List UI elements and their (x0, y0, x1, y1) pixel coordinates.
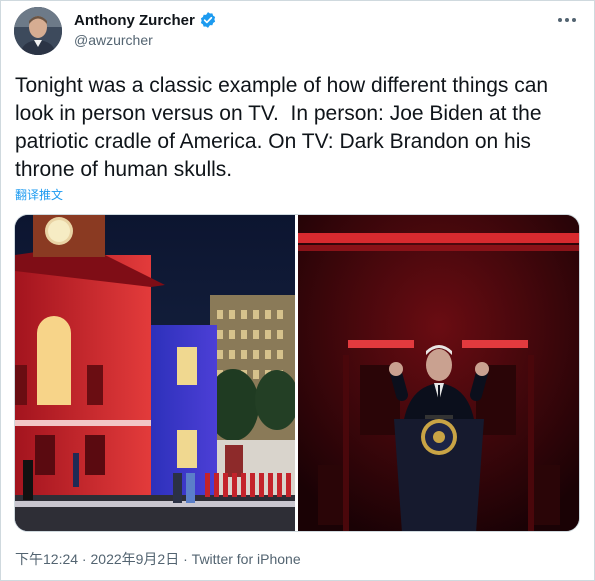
verified-badge-icon (199, 11, 217, 29)
separator-dot: · (78, 551, 91, 567)
more-horizontal-icon[interactable] (557, 10, 577, 24)
author-avatar[interactable] (14, 7, 62, 55)
time-text: 下午12:24 (15, 551, 79, 567)
tweet-media (14, 214, 580, 532)
separator-dot: · (179, 551, 192, 567)
tweet-text: Tonight was a classic example of how dif… (15, 74, 554, 181)
photo-independence-hall[interactable] (15, 215, 295, 531)
tweet-timestamp[interactable]: 下午12:24 · 2022年9月2日 · Twitter for iPhone (15, 549, 301, 569)
photo-biden-podium[interactable] (298, 215, 579, 531)
author-handle[interactable]: @awzurcher (74, 32, 153, 48)
translate-tweet-link[interactable]: 翻译推文 (15, 186, 63, 203)
source-text[interactable]: Twitter for iPhone (192, 551, 301, 567)
date-text: 2022年9月2日 (90, 551, 180, 567)
author-display-name[interactable]: Anthony Zurcher (74, 12, 195, 29)
